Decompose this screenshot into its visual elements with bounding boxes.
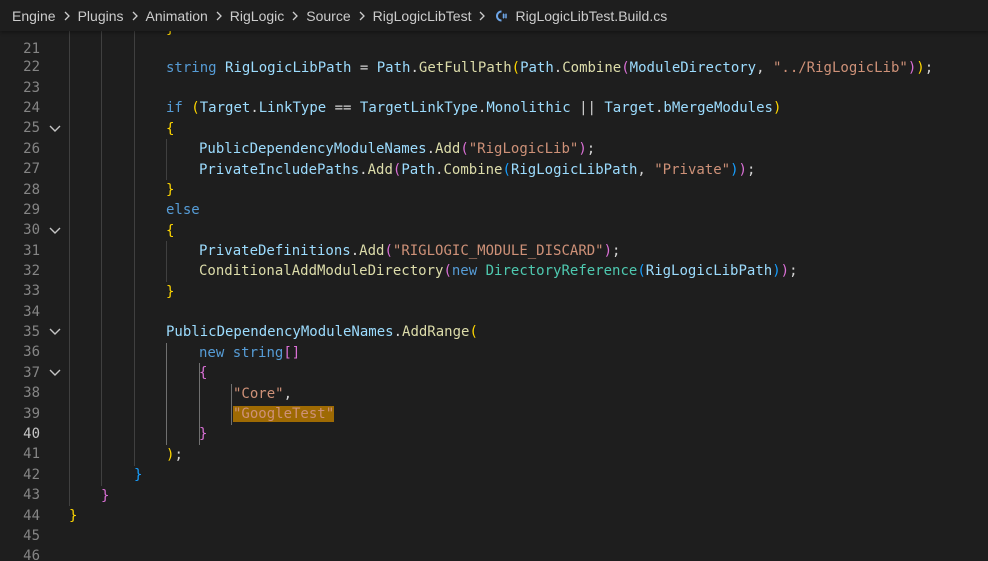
breadcrumb-item-riglogic[interactable]: RigLogic [230,8,284,24]
breadcrumb-item-file[interactable]: RigLogicLibTest.Build.cs [515,8,667,24]
code-line-26[interactable]: 26 { [0,119,988,157]
code-line-40[interactable]: 40 "GoogleTest" [0,404,988,442]
code-line-42[interactable]: 42 ); [0,445,988,483]
chevron-right-icon [288,9,302,23]
code-line-27[interactable]: 27 PublicDependencyModuleNames.Add("RigL… [0,139,988,177]
code-line-29[interactable]: 29 } [0,180,988,218]
keyword-else: else [166,202,200,218]
keyword-if: if [166,100,183,116]
selected-string-literal[interactable]: "GoogleTest" [233,406,335,422]
closing-brace: } [101,488,110,504]
opening-brace: { [166,223,175,239]
breadcrumb-item-engine[interactable]: Engine [12,8,56,24]
breadcrumb-item-plugins[interactable]: Plugins [78,8,124,24]
code-line-33[interactable]: 33 ConditionalAddModuleDirectory(new Dir… [0,261,988,299]
code-line-23[interactable]: 23 string RigLogicLibPath = Path.GetFull… [0,58,988,96]
code-text: if (Target.LinkType == TargetLinkType.Mo… [166,100,782,116]
chevron-down-icon[interactable] [48,123,62,135]
function-name: Add [367,162,393,178]
code-text: { [166,221,174,241]
code-line-24[interactable]: 24 [0,78,988,116]
code-text: else [166,200,200,220]
string-literal: "../RigLogicLib" [772,60,908,76]
code-line-39[interactable]: 39 "Core", [0,384,988,422]
breadcrumb-item-riglogiclibtest[interactable]: RigLogicLibTest [373,8,472,24]
function-name: GetFullPath [418,60,512,76]
code-editor-window: 21 } 22 23 string RigLogicLibPath = Path… [0,0,988,561]
code-line-41[interactable]: 41 } [0,424,988,462]
code-text: PublicDependencyModuleNames.AddRange( [166,324,478,340]
code-line-34[interactable]: 34 } [0,282,988,320]
code-text: } [166,282,174,302]
closing-brace: } [69,508,78,524]
code-line-28[interactable]: 28 PrivateIncludePaths.Add(Path.Combine(… [0,160,988,198]
string-literal: "RigLogicLib" [468,141,579,157]
function-name: Add [359,243,385,259]
code-line-32[interactable]: 32 PrivateDefinitions.Add("RIGLOGIC_MODU… [0,241,988,279]
function-name: Add [435,141,461,157]
csharp-file-icon [493,9,509,23]
code-line-25[interactable]: 25 if (Target.LinkType == TargetLinkType… [0,98,988,136]
closing-brace: } [134,467,143,483]
string-literal: "Private" [654,162,731,178]
code-text: { [199,363,207,383]
opening-brace: { [166,121,175,137]
code-line-43[interactable]: 43 } [0,465,988,503]
chevron-down-icon[interactable] [48,367,62,379]
keyword-string: string [166,60,217,76]
chevron-down-icon[interactable] [48,326,62,338]
type-name: DirectoryReference [485,263,638,279]
code-text: { [166,119,174,139]
code-text: PrivateDefinitions.Add("RIGLOGIC_MODULE_… [199,243,621,259]
function-name: AddRange [402,324,470,340]
chevron-down-icon[interactable] [48,225,62,237]
closing-brace: } [166,182,175,198]
code-text: new string[] [199,345,301,361]
code-line-31[interactable]: 31 { [0,221,988,259]
chevron-right-icon [60,9,74,23]
code-line-22[interactable]: 22 [0,37,988,75]
code-text: } [69,506,77,526]
identifier: RigLogicLibPath [225,60,352,76]
code-text: "GoogleTest" [233,404,335,424]
code-text: } [101,486,109,506]
code-line-38[interactable]: 38 { [0,363,988,401]
line-number: 46 [23,548,40,561]
code-text: PrivateIncludePaths.Add(Path.Combine(Rig… [199,162,756,178]
code-text: } [199,424,207,444]
function-name: Combine [562,60,622,76]
function-name: ConditionalAddModuleDirectory [199,263,444,279]
string-literal: "Core" [233,386,284,402]
code-line-35[interactable]: 35 [0,302,988,340]
keyword-new: new [451,263,478,279]
code-line-36[interactable]: 36 PublicDependencyModuleNames.AddRange( [0,322,988,360]
code-line-30[interactable]: 30 else [0,200,988,238]
chevron-right-icon [355,9,369,23]
code-line-46[interactable]: 46 [0,526,988,561]
chevron-right-icon [128,9,142,23]
closing-brace: } [166,284,175,300]
breadcrumb-item-source[interactable]: Source [306,8,350,24]
chevron-right-icon [475,9,489,23]
closing-brace: } [199,426,208,442]
keyword-string: string [232,345,284,361]
code-line-37[interactable]: 37 new string[] [0,343,988,381]
code-text: ); [166,447,183,463]
breadcrumb: Engine Plugins Animation RigLogic Source… [0,0,988,31]
code-text: PublicDependencyModuleNames.Add("RigLogi… [199,141,596,157]
function-name: Combine [443,162,503,178]
string-literal: "RIGLOGIC_MODULE_DISCARD" [392,243,604,259]
keyword-new: new [199,345,225,361]
code-line-45[interactable]: 45 } [0,506,988,544]
code-text: string RigLogicLibPath = Path.GetFullPat… [166,60,934,76]
editor-pane[interactable]: 21 } 22 23 string RigLogicLibPath = Path… [0,0,988,561]
code-text: } [166,180,174,200]
code-text: "Core", [233,386,293,402]
code-text: ConditionalAddModuleDirectory(new Direct… [199,263,798,279]
chevron-right-icon [212,9,226,23]
opening-brace: { [199,365,208,381]
breadcrumb-item-animation[interactable]: Animation [146,8,208,24]
code-text: } [134,465,142,485]
code-line-44[interactable]: 44 } [0,486,988,524]
